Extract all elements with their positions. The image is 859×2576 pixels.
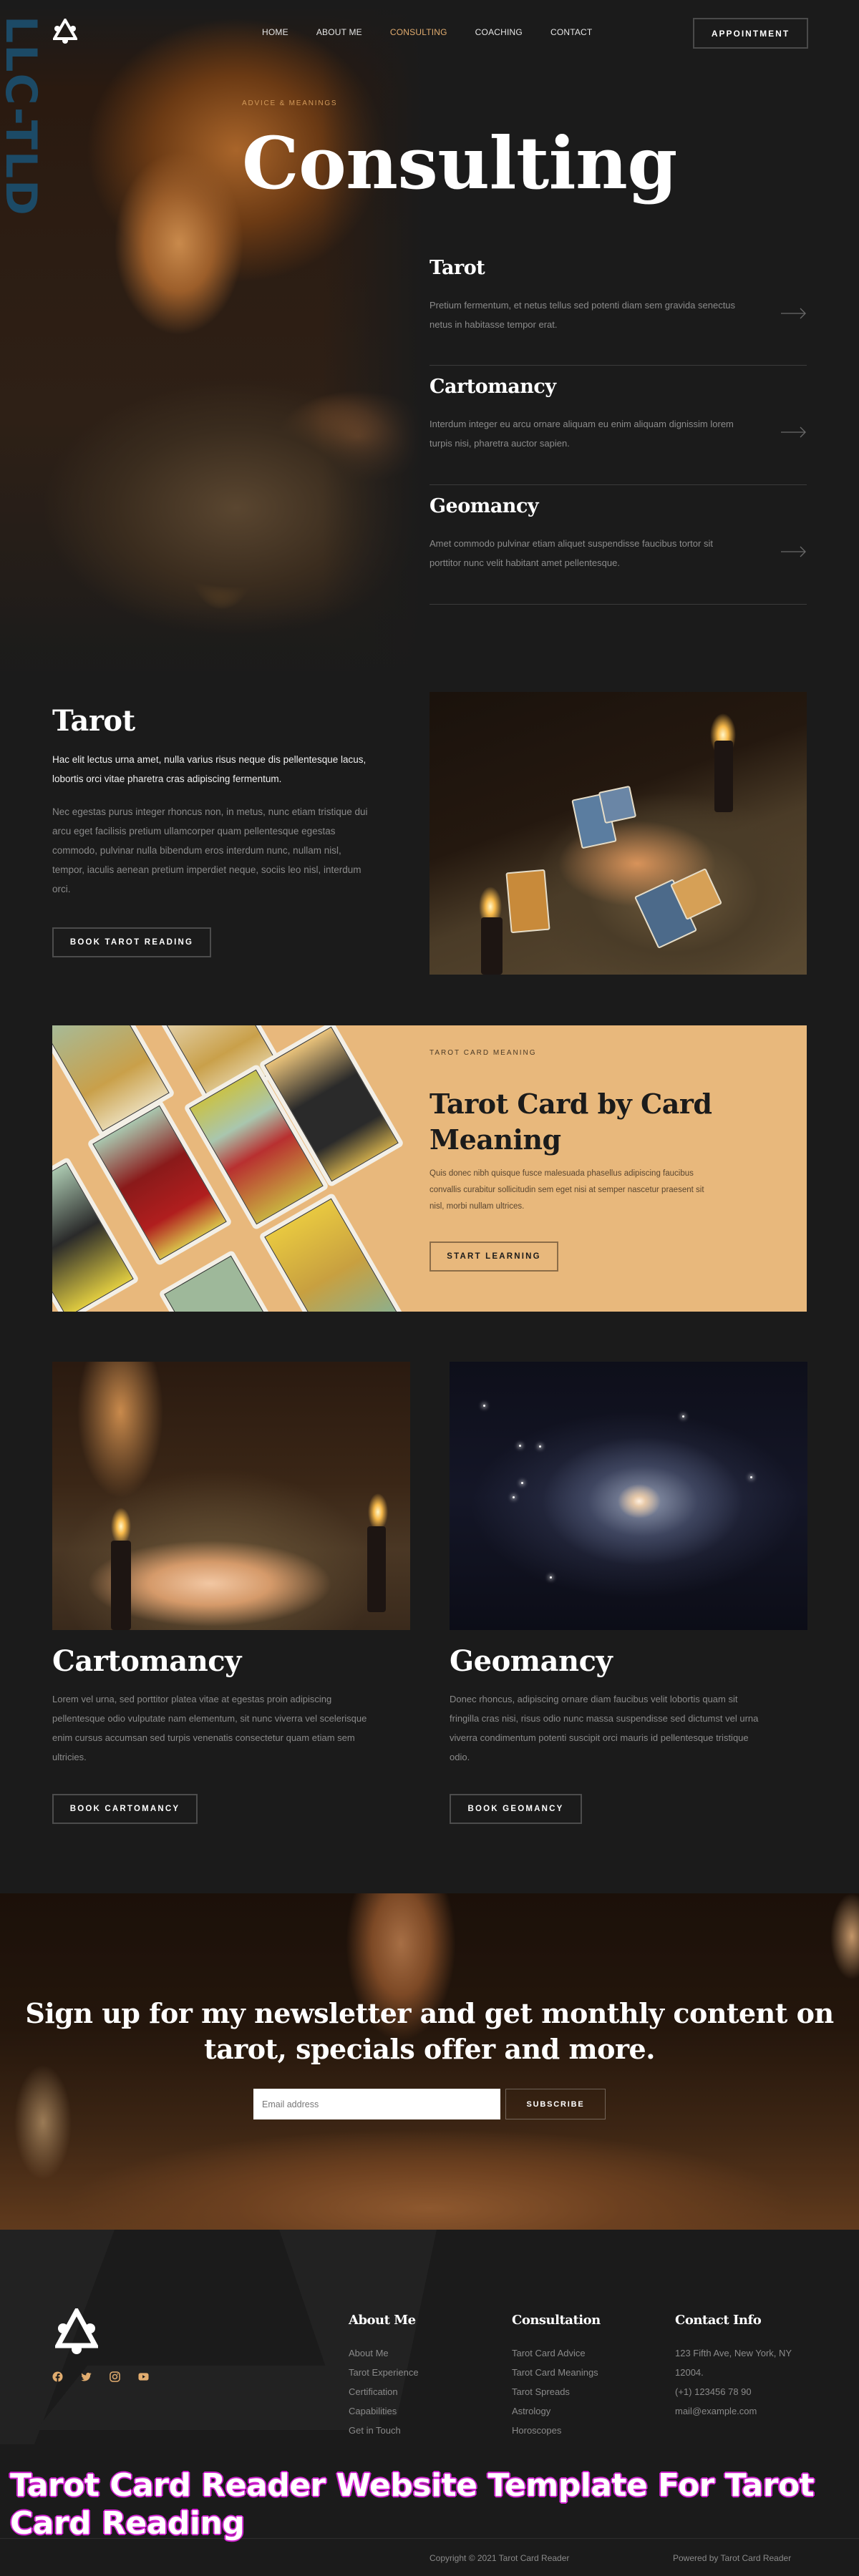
- banner-eyebrow: TAROT CARD MEANING: [430, 1049, 537, 1057]
- service-item-cartomancy[interactable]: Cartomancy Interdum integer eu arcu orna…: [430, 366, 807, 485]
- tarot-reading-photo: [430, 692, 807, 975]
- arrow-right-icon[interactable]: [781, 426, 807, 438]
- hero-section: LLC-TLD HOME ABOUT ME CONSULTING COACHIN…: [0, 0, 859, 691]
- footer-heading: About Me: [349, 2313, 416, 2328]
- book-tarot-reading-button[interactable]: BOOK TAROT READING: [52, 927, 211, 957]
- footer-link[interactable]: Tarot Experience: [349, 2363, 419, 2382]
- services-list: Tarot Pretium fermentum, et netus tellus…: [430, 247, 807, 605]
- subscribe-button[interactable]: SUBSCRIBE: [505, 2089, 606, 2119]
- book-geomancy-button[interactable]: BOOK GEOMANCY: [450, 1794, 582, 1824]
- column-text: Lorem vel urna, sed porttitor platea vit…: [52, 1694, 367, 1762]
- page-title: Consulting: [242, 121, 677, 205]
- footer-logo-icon[interactable]: [55, 2308, 98, 2354]
- footer-about-column: About Me About Me Tarot Experience Certi…: [349, 2313, 419, 2440]
- tarot-cards-photo: [52, 1025, 424, 1312]
- email-input[interactable]: [253, 2089, 500, 2119]
- footer-link[interactable]: Horoscopes: [512, 2421, 601, 2440]
- column-title: Geomancy: [450, 1644, 613, 1678]
- contact-address-zip: 12004.: [675, 2367, 704, 2378]
- footer-link[interactable]: Tarot Card Meanings: [512, 2363, 601, 2382]
- facebook-icon[interactable]: [52, 2371, 63, 2382]
- footer-contact-column: Contact Info 123 Fifth Ave, New York, NY…: [675, 2313, 792, 2421]
- instagram-icon[interactable]: [110, 2371, 120, 2382]
- youtube-icon[interactable]: [138, 2371, 149, 2382]
- start-learning-button[interactable]: START LEARNING: [430, 1241, 558, 1272]
- galaxy-photo: [450, 1362, 807, 1630]
- service-title: Cartomancy: [430, 376, 556, 398]
- arrow-right-icon[interactable]: [781, 546, 807, 557]
- footer-consultation-column: Consultation Tarot Card Advice Tarot Car…: [512, 2313, 601, 2440]
- footer-heading: Consultation: [512, 2313, 601, 2328]
- practices-section: Cartomancy Lorem vel urna, sed porttitor…: [0, 1362, 859, 1848]
- footer-link[interactable]: Tarot Card Advice: [512, 2343, 601, 2363]
- section-title: Tarot: [52, 704, 135, 738]
- nav-contact[interactable]: CONTACT: [550, 27, 593, 37]
- twitter-icon[interactable]: [81, 2371, 92, 2382]
- logo-icon[interactable]: [53, 19, 77, 44]
- newsletter-section: Sign up for my newsletter and get monthl…: [0, 1893, 859, 2230]
- appointment-button[interactable]: APPOINTMENT: [693, 18, 808, 49]
- social-links: [52, 2371, 149, 2382]
- banner-text: Quis donec nibh quisque fusce malesuada …: [430, 1169, 704, 1211]
- geomancy-column: Geomancy Donec rhoncus, adipiscing ornar…: [450, 1362, 807, 1824]
- section-body: Nec egestas purus integer rhoncus non, i…: [52, 806, 368, 894]
- cartomancy-photo: [52, 1362, 410, 1630]
- nav-consulting[interactable]: CONSULTING: [390, 27, 447, 37]
- contact-email[interactable]: mail@example.com: [675, 2401, 792, 2421]
- section-lead: Hac elit lectus urna amet, nulla varius …: [52, 754, 367, 784]
- nav-about-me[interactable]: ABOUT ME: [316, 27, 362, 37]
- footer-link[interactable]: Astrology: [512, 2401, 601, 2421]
- overlay-caption: Tarot Card Reader Website Template For T…: [10, 2467, 815, 2542]
- footer-link[interactable]: Get in Touch: [349, 2421, 419, 2440]
- arrow-right-icon[interactable]: [781, 308, 807, 319]
- service-text: Amet commodo pulvinar etiam aliquet susp…: [430, 538, 713, 568]
- footer-link[interactable]: Capabilities: [349, 2401, 419, 2421]
- service-text: Interdum integer eu arcu ornare aliquam …: [430, 419, 734, 449]
- footer-link[interactable]: Certification: [349, 2382, 419, 2401]
- copyright-bar: Copyright © 2021 Tarot Card Reader Power…: [0, 2538, 859, 2576]
- tarot-meaning-banner: TAROT CARD MEANING Tarot Card by Card Me…: [52, 1025, 807, 1312]
- footer-link[interactable]: About Me: [349, 2343, 419, 2363]
- service-title: Tarot: [430, 257, 485, 279]
- nav-coaching[interactable]: COACHING: [475, 27, 523, 37]
- main-nav: HOME ABOUT ME CONSULTING COACHING CONTAC…: [262, 27, 620, 37]
- nav-home[interactable]: HOME: [262, 27, 288, 37]
- footer-heading: Contact Info: [675, 2313, 762, 2328]
- service-item-tarot[interactable]: Tarot Pretium fermentum, et netus tellus…: [430, 247, 807, 366]
- hero-eyebrow: ADVICE & MEANINGS: [242, 99, 338, 107]
- contact-address: 123 Fifth Ave, New York, NY: [675, 2348, 792, 2358]
- copyright-text: Copyright © 2021 Tarot Card Reader: [430, 2553, 570, 2563]
- hero-photo-woman-reading-cards: [0, 7, 422, 691]
- column-text: Donec rhoncus, adipiscing ornare diam fa…: [450, 1694, 759, 1762]
- tarot-section: Tarot Hac elit lectus urna amet, nulla v…: [0, 691, 859, 991]
- powered-by-text: Powered by Tarot Card Reader: [673, 2553, 792, 2563]
- footer-link[interactable]: Tarot Spreads: [512, 2382, 601, 2401]
- column-title: Cartomancy: [52, 1644, 241, 1678]
- service-title: Geomancy: [430, 495, 539, 517]
- contact-phone[interactable]: (+1) 123456 78 90: [675, 2382, 792, 2401]
- service-text: Pretium fermentum, et netus tellus sed p…: [430, 300, 736, 330]
- banner-title: Tarot Card by Card Meaning: [430, 1088, 712, 1156]
- newsletter-title: Sign up for my newsletter and get monthl…: [25, 1997, 834, 2065]
- book-cartomancy-button[interactable]: BOOK CARTOMANCY: [52, 1794, 198, 1824]
- service-item-geomancy[interactable]: Geomancy Amet commodo pulvinar etiam ali…: [430, 485, 807, 605]
- vertical-watermark: LLC-TLD: [0, 16, 46, 217]
- cartomancy-column: Cartomancy Lorem vel urna, sed porttitor…: [52, 1362, 410, 1824]
